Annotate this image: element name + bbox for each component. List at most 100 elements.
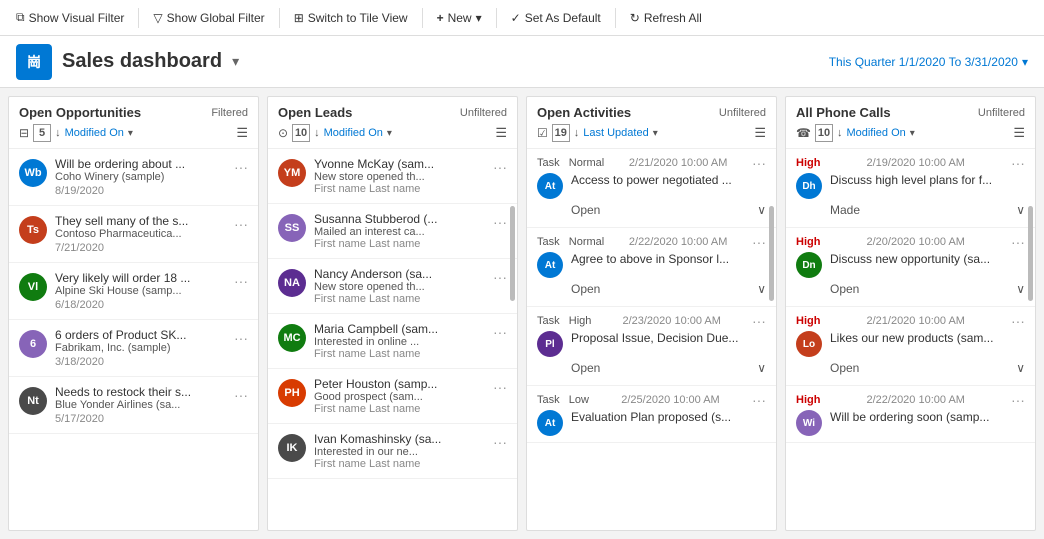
list-item[interactable]: High 2/22/2020 10:00 AM ··· Wi Will be o… — [786, 386, 1035, 443]
activity-status-text: Open — [571, 361, 600, 375]
show-global-filter-button[interactable]: ▽ Show Global Filter — [145, 7, 272, 29]
table-row[interactable]: YM Yvonne McKay (sam... New store opened… — [268, 149, 517, 204]
list-item[interactable]: High 2/19/2020 10:00 AM ··· Dh Discuss h… — [786, 149, 1035, 228]
activities-sort-chevron[interactable]: ▾ — [653, 128, 658, 139]
table-row[interactable]: Ts They sell many of the s... Contoso Ph… — [9, 206, 258, 263]
activity-status-text: Open — [571, 203, 600, 217]
activities-sort-label[interactable]: Last Updated — [583, 127, 648, 139]
avatar: Wb — [19, 159, 47, 187]
activity-status-chevron[interactable]: ∨ — [757, 361, 766, 375]
item-more-icon[interactable]: ··· — [234, 387, 248, 403]
list-item[interactable]: Task Normal 2/22/2020 10:00 AM ··· At Ag… — [527, 228, 776, 307]
item-more-icon[interactable]: ··· — [493, 324, 507, 340]
item-more-icon[interactable]: ··· — [493, 379, 507, 395]
list-item[interactable]: High 2/20/2020 10:00 AM ··· Dn Discuss n… — [786, 228, 1035, 307]
call-status-text: Open — [830, 282, 859, 296]
scrollbar[interactable] — [1028, 206, 1033, 301]
list-item[interactable]: Task Low 2/25/2020 10:00 AM ··· At Evalu… — [527, 386, 776, 443]
item-more-icon[interactable]: ··· — [234, 216, 248, 232]
phone-sort-label[interactable]: Modified On — [846, 127, 905, 139]
call-more-icon[interactable]: ··· — [1011, 155, 1025, 171]
activities-sort-icon[interactable]: ↓ — [574, 127, 580, 139]
leads-filter-icon[interactable]: ☰ — [495, 125, 507, 141]
open-opportunities-title: Open Opportunities — [19, 105, 141, 120]
table-row[interactable]: PH Peter Houston (samp... Good prospect … — [268, 369, 517, 424]
opportunities-filter-icon[interactable]: ☰ — [236, 125, 248, 141]
opportunities-sort-chevron[interactable]: ▾ — [128, 128, 133, 139]
set-as-default-button[interactable]: ✓ Set As Default — [503, 7, 609, 29]
list-item[interactable]: Task Normal 2/21/2020 10:00 AM ··· At Ac… — [527, 149, 776, 228]
phone-sort-chevron[interactable]: ▾ — [910, 128, 915, 139]
item-more-icon[interactable]: ··· — [234, 273, 248, 289]
avatar: Dn — [796, 252, 822, 278]
all-phone-calls-column: All Phone Calls Unfiltered ☎ 10 ↓ Modifi… — [785, 96, 1036, 531]
show-global-filter-label: Show Global Filter — [167, 11, 265, 25]
quarter-selector[interactable]: This Quarter 1/1/2020 To 3/31/2020 ▾ — [829, 55, 1028, 69]
table-row[interactable]: 6 6 orders of Product SK... Fabrikam, In… — [9, 320, 258, 377]
activity-more-icon[interactable]: ··· — [752, 155, 766, 171]
opportunities-sort-icon[interactable]: ↓ — [55, 127, 61, 139]
call-more-icon[interactable]: ··· — [1011, 313, 1025, 329]
activity-status-chevron[interactable]: ∨ — [757, 203, 766, 217]
item-more-icon[interactable]: ··· — [493, 159, 507, 175]
avatar: MC — [278, 324, 306, 352]
table-row[interactable]: NA Nancy Anderson (sa... New store opene… — [268, 259, 517, 314]
phone-sort-icon[interactable]: ↓ — [837, 127, 843, 139]
switch-tile-view-label: Switch to Tile View — [308, 11, 408, 25]
item-more-icon[interactable]: ··· — [234, 159, 248, 175]
table-row[interactable]: Vl Very likely will order 18 ... Alpine … — [9, 263, 258, 320]
list-item[interactable]: High 2/21/2020 10:00 AM ··· Lo Likes our… — [786, 307, 1035, 386]
call-more-icon[interactable]: ··· — [1011, 392, 1025, 408]
list-item[interactable]: Task High 2/23/2020 10:00 AM ··· Pl Prop… — [527, 307, 776, 386]
phone-count: 10 — [815, 124, 833, 142]
leads-sort-label[interactable]: Modified On — [324, 127, 383, 139]
item-date: 7/21/2020 — [55, 242, 226, 254]
all-phone-calls-header: All Phone Calls Unfiltered ☎ 10 ↓ Modifi… — [786, 97, 1035, 149]
table-row[interactable]: SS Susanna Stubberod (... Mailed an inte… — [268, 204, 517, 259]
avatar: NA — [278, 269, 306, 297]
open-activities-header: Open Activities Unfiltered ☑ 19 ↓ Last U… — [527, 97, 776, 149]
table-row[interactable]: IK Ivan Komashinsky (sa... Interested in… — [268, 424, 517, 479]
leads-sort-chevron[interactable]: ▾ — [387, 128, 392, 139]
table-row[interactable]: MC Maria Campbell (sam... Interested in … — [268, 314, 517, 369]
table-row[interactable]: Wb Will be ordering about ... Coho Winer… — [9, 149, 258, 206]
activity-status-chevron[interactable]: ∨ — [757, 282, 766, 296]
call-more-icon[interactable]: ··· — [1011, 234, 1025, 250]
scrollbar[interactable] — [510, 206, 515, 301]
new-button[interactable]: + New ▾ — [429, 7, 490, 29]
call-status-chevron[interactable]: ∨ — [1016, 361, 1025, 375]
scrollbar[interactable] — [769, 206, 774, 301]
opportunities-sort-label[interactable]: Modified On — [65, 127, 124, 139]
call-status-chevron[interactable]: ∨ — [1016, 203, 1025, 217]
activity-more-icon[interactable]: ··· — [752, 234, 766, 250]
call-status-chevron[interactable]: ∨ — [1016, 282, 1025, 296]
item-more-icon[interactable]: ··· — [493, 214, 507, 230]
item-subtitle: Coho Winery (sample) — [55, 171, 226, 183]
item-more-icon[interactable]: ··· — [234, 330, 248, 346]
phone-filter-icon[interactable]: ☰ — [1013, 125, 1025, 141]
activity-more-icon[interactable]: ··· — [752, 392, 766, 408]
item-title: Needs to restock their s... — [55, 385, 226, 399]
activity-date: 2/22/2020 10:00 AM — [629, 236, 727, 248]
show-visual-filter-button[interactable]: ⧉ Show Visual Filter — [8, 6, 132, 29]
activity-more-icon[interactable]: ··· — [752, 313, 766, 329]
avatar: At — [537, 410, 563, 436]
item-more-icon[interactable]: ··· — [493, 269, 507, 285]
item-subtitle: Interested in our ne... — [314, 446, 485, 458]
activity-date: 2/25/2020 10:00 AM — [621, 394, 719, 406]
title-chevron-icon[interactable]: ▾ — [232, 53, 239, 70]
activities-filter-icon[interactable]: ☰ — [754, 125, 766, 141]
item-date: 5/17/2020 — [55, 413, 226, 425]
avatar: YM — [278, 159, 306, 187]
priority-badge: High — [796, 236, 820, 248]
show-visual-filter-label: Show Visual Filter — [29, 11, 125, 25]
switch-tile-view-button[interactable]: ⊞ Switch to Tile View — [286, 7, 416, 29]
refresh-all-button[interactable]: ↻ Refresh All — [622, 7, 710, 29]
avatar: Lo — [796, 331, 822, 357]
open-leads-header: Open Leads Unfiltered ⊙ 10 ↓ Modified On… — [268, 97, 517, 149]
table-row[interactable]: Nt Needs to restock their s... Blue Yond… — [9, 377, 258, 434]
item-more-icon[interactable]: ··· — [493, 434, 507, 450]
item-title: Yvonne McKay (sam... — [314, 157, 485, 171]
item-meta: First name Last name — [314, 293, 485, 305]
leads-sort-icon[interactable]: ↓ — [314, 127, 320, 139]
